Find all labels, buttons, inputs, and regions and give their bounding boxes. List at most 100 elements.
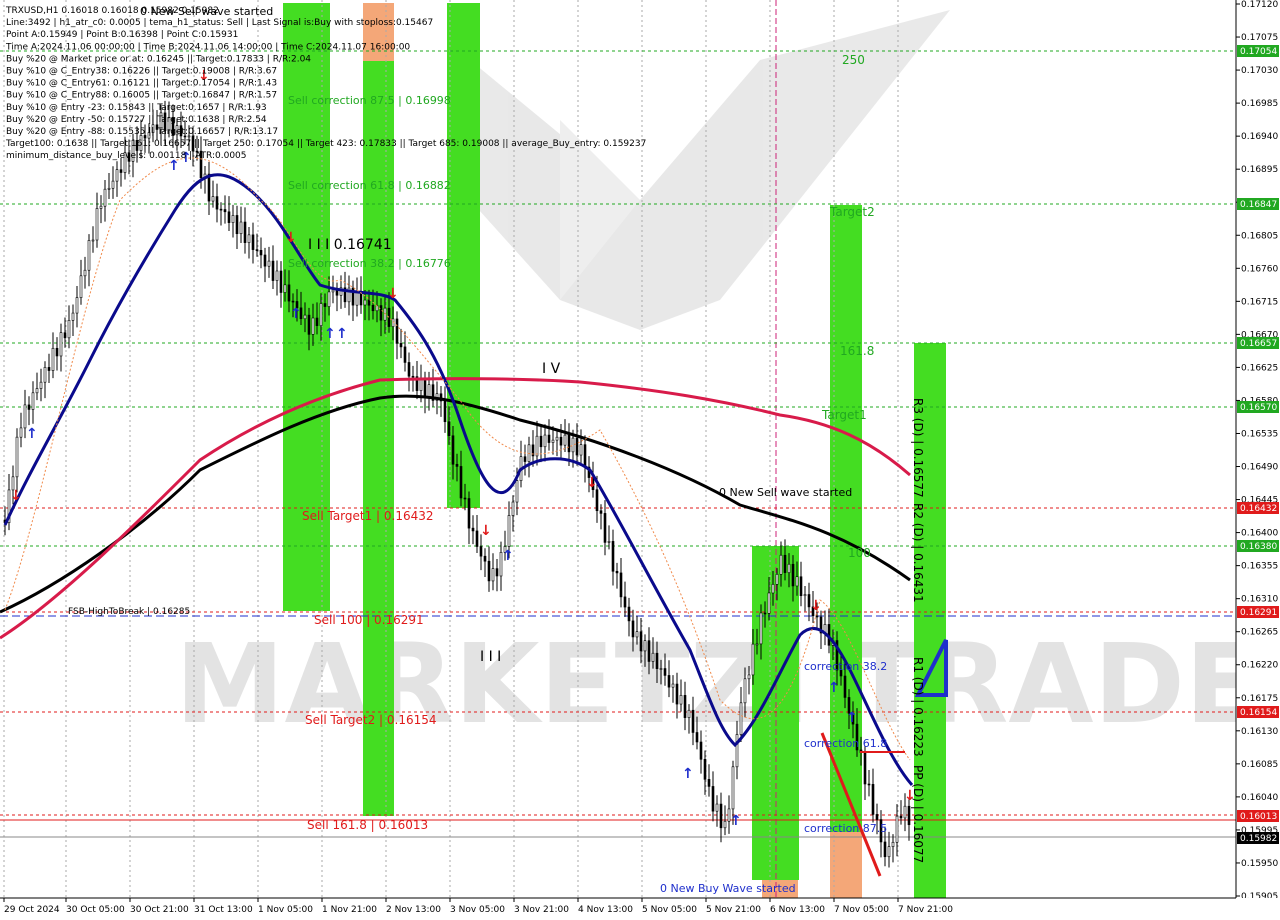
candle-body	[63, 332, 67, 339]
price-tick-label: 0.16625	[1241, 363, 1278, 373]
orange-zone-3	[830, 832, 862, 898]
price-tick-label: 0.16040	[1241, 793, 1278, 803]
candle-body	[903, 805, 907, 819]
level-tag-label: 0.16380	[1240, 542, 1277, 552]
candle-body	[791, 563, 795, 587]
candle-body	[263, 254, 267, 267]
candle-body	[479, 546, 483, 557]
candle-body	[875, 814, 879, 820]
candle-body	[75, 297, 79, 314]
level-250-label: 250	[842, 53, 865, 67]
time-tick-label: 30 Oct 05:00	[66, 905, 125, 915]
candle-body	[247, 234, 251, 243]
sell-arrow-icon: ↓	[285, 230, 297, 246]
candle-body	[539, 435, 543, 448]
price-tick-label: 0.16175	[1241, 694, 1278, 704]
candle-body	[555, 436, 559, 441]
green-zone-2	[363, 61, 394, 816]
candle-body	[795, 576, 799, 587]
candle-body	[803, 594, 807, 597]
info-line: Point A:0.15949 | Point B:0.16398 | Poin…	[6, 30, 238, 40]
price-tick-label: 0.15950	[1241, 859, 1278, 869]
candle-body	[367, 299, 371, 306]
sell-arrow-icon: ↓	[387, 286, 399, 302]
candle-body	[775, 574, 779, 585]
candle-body	[91, 239, 95, 242]
candle-body	[39, 381, 43, 389]
candle-body	[563, 434, 567, 446]
candle-body	[99, 205, 103, 209]
candle-body	[483, 555, 487, 562]
level-tag-label: 0.16432	[1240, 504, 1277, 514]
candle-body	[71, 312, 75, 321]
price-chart[interactable]: MARKETZI TRADE ↓ ↓ ↓ ↓ ↓ ↓ ↓ ↓ ↑ ↑ ↑ ↑ ↑…	[0, 0, 1280, 920]
info-line: Buy %20 @ Entry -50: 0.15727 || Target:0…	[6, 115, 267, 125]
candle-body	[371, 304, 375, 312]
candle-body	[323, 303, 327, 307]
correction-618-label: correction 61.8	[804, 737, 887, 750]
candle-body	[547, 434, 551, 443]
candle-body	[907, 805, 911, 826]
time-tick-label: 7 Nov 21:00	[898, 905, 953, 915]
correction-875-label: correction 87.5	[804, 822, 887, 835]
time-tick-label: 3 Nov 05:00	[450, 905, 505, 915]
level-tag-label: 0.16657	[1240, 339, 1277, 349]
candle-body	[731, 766, 735, 810]
candle-body	[719, 803, 723, 829]
candle-body	[559, 436, 563, 446]
r3-pivot-label: R3 (D) | 0.16577	[911, 398, 925, 498]
candle-body	[23, 404, 27, 429]
price-tick-label: 0.17030	[1241, 66, 1278, 76]
candle-body	[107, 187, 111, 190]
candle-body	[259, 250, 263, 256]
candle-body	[687, 709, 691, 718]
buy-arrow-icon: ↑	[324, 326, 336, 342]
candle-body	[463, 497, 467, 500]
time-axis-bg	[0, 898, 1280, 920]
buy-arrow-icon: ↑	[682, 766, 694, 782]
candle-body	[335, 289, 339, 296]
candle-body	[407, 362, 411, 377]
candle-body	[327, 291, 331, 307]
buy-arrow-icon: ↑	[828, 680, 840, 696]
candle-body	[515, 480, 519, 503]
sell-correction-382-label: Sell correction 38.2 | 0.16776	[288, 257, 451, 270]
candle-body	[747, 674, 751, 680]
candle-body	[223, 209, 227, 213]
candle-body	[455, 463, 459, 467]
candle-body	[51, 347, 55, 371]
info-line: Buy %20 @ Entry -88: 0.15535 || Target:0…	[6, 127, 278, 137]
candle-body	[507, 515, 511, 547]
info-line: Buy %10 @ Entry -23: 0.15843 || Target:0…	[6, 103, 267, 113]
candle-body	[423, 378, 427, 398]
candle-body	[447, 421, 451, 437]
info-line: Time A:2024.11.06 00:00:00 | Time B:2024…	[5, 42, 410, 52]
price-tick-label: 0.16985	[1241, 99, 1278, 109]
candle-body	[103, 188, 107, 207]
info-line: Buy %10 @ C_Entry38: 0.16226 || Target:0…	[6, 67, 277, 77]
candle-body	[663, 668, 667, 676]
candle-body	[683, 695, 687, 718]
time-tick-label: 6 Nov 13:00	[770, 905, 825, 915]
candle-body	[735, 734, 739, 768]
candle-body	[331, 289, 335, 293]
candle-body	[599, 510, 603, 514]
candle-body	[655, 652, 659, 669]
price-tick-label: 0.16715	[1241, 297, 1278, 307]
target1-label: Target1	[821, 408, 867, 422]
level-tag-label: 0.16291	[1240, 608, 1277, 618]
candle-body	[579, 444, 583, 456]
candle-body	[799, 576, 803, 597]
candle-body	[255, 249, 259, 251]
candle-body	[711, 786, 715, 812]
candle-body	[543, 434, 547, 448]
candle-body	[787, 563, 791, 573]
info-line: Line:3492 | h1_atr_c0: 0.0005 | tema_h1_…	[6, 18, 433, 28]
price-tick-label: 0.16535	[1241, 429, 1278, 439]
candle-body	[267, 260, 271, 267]
candle-body	[603, 513, 607, 543]
time-tick-label: 3 Nov 21:00	[514, 905, 569, 915]
candle-body	[55, 347, 59, 357]
candle-body	[487, 560, 491, 582]
candle-body	[659, 668, 663, 670]
